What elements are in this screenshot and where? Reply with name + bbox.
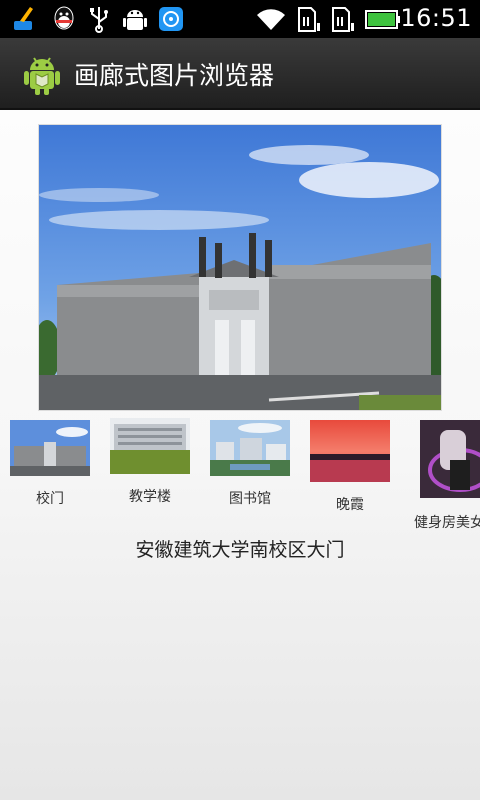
thumbnail-image-sunset[interactable]: [310, 420, 390, 482]
battery-icon: [365, 10, 400, 29]
android-app-icon[interactable]: [22, 52, 62, 96]
qq-penguin-icon: [54, 6, 74, 30]
thumbnail-gallery[interactable]: 校门 教学楼 图书馆 晚霞 健身房美女: [0, 418, 480, 538]
thumbnail-item-gym[interactable]: 健身房美女: [400, 418, 480, 536]
android-debug-icon: [123, 10, 147, 30]
thumbnail-item-library[interactable]: 图书馆: [200, 418, 300, 536]
thumbnail-image-gate[interactable]: [10, 420, 90, 478]
thumbnail-label: 晚霞: [336, 497, 364, 513]
app-title: 画廊式图片浏览器: [74, 61, 275, 90]
thumbnail-item-gate[interactable]: 校门: [0, 418, 100, 536]
thumbnail-image-gym[interactable]: [420, 420, 480, 498]
cleaner-broom-icon: [14, 7, 33, 30]
thumbnail-label: 校门: [36, 491, 64, 507]
thumbnail-image-teaching-building[interactable]: [110, 418, 190, 476]
main-photo-school-gate[interactable]: [38, 124, 442, 411]
thumbnail-label: 健身房美女: [414, 515, 480, 531]
status-time: 16:51: [400, 4, 472, 32]
sim1-signal-icon: [298, 7, 320, 32]
thumbnail-label: 教学楼: [129, 489, 171, 505]
selected-image-caption: 安徽建筑大学南校区大门: [135, 539, 345, 561]
thumbnail-item-sunset[interactable]: 晚霞: [300, 418, 400, 536]
wifi-icon: [257, 9, 285, 30]
thumbnail-label: 图书馆: [229, 491, 271, 507]
usb-icon: [90, 7, 108, 33]
thumbnail-image-library[interactable]: [210, 420, 290, 478]
thumbnail-item-teaching-building[interactable]: 教学楼: [100, 418, 200, 536]
status-bar: 16:51: [0, 0, 480, 38]
message-app-icon: [159, 7, 183, 31]
sim2-signal-icon: [332, 7, 354, 32]
action-bar: 画廊式图片浏览器: [0, 38, 480, 110]
